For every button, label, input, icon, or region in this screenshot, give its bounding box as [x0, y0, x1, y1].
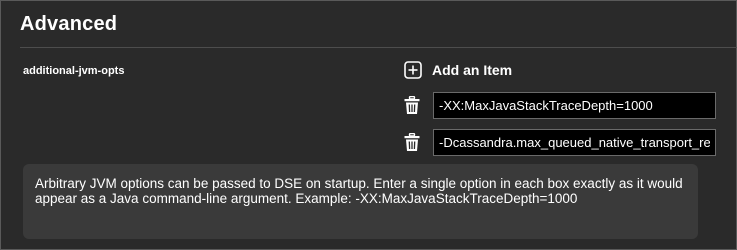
list-item: [404, 92, 716, 119]
trash-icon[interactable]: [404, 95, 420, 115]
add-item-button[interactable]: Add an Item: [404, 61, 512, 79]
list-item: [404, 129, 716, 156]
section-divider: [20, 47, 737, 48]
add-item-label[interactable]: Add an Item: [432, 62, 512, 78]
trash-icon[interactable]: [404, 132, 420, 152]
section-title: Advanced: [20, 13, 118, 35]
plus-square-icon[interactable]: [404, 61, 422, 79]
settings-panel: Advanced additional-jvm-opts Add an Item: [0, 0, 737, 250]
field-label: additional-jvm-opts: [23, 65, 125, 77]
help-text: Arbitrary JVM options can be passed to D…: [23, 164, 698, 239]
jvm-opt-input[interactable]: [433, 129, 716, 156]
jvm-opt-input[interactable]: [433, 92, 716, 119]
